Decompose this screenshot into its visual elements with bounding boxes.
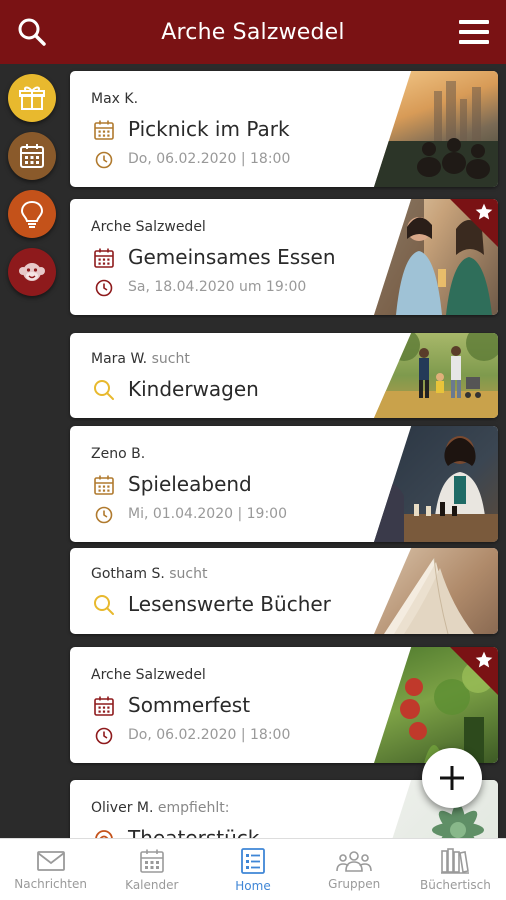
search-icon — [94, 595, 114, 615]
card-author: Arche Salzwedel — [91, 667, 206, 683]
card-datetime: Do, 06.02.2020 | 18:00 — [128, 151, 291, 167]
books-icon — [441, 847, 470, 874]
calendar-icon — [94, 696, 114, 716]
card-title: Lesenswerte Bücher — [128, 592, 331, 616]
nav-label: Home — [235, 878, 271, 893]
menu-button[interactable] — [456, 14, 492, 50]
nav-gruppen[interactable]: Gruppen — [304, 839, 405, 900]
card-author: Zeno B. — [91, 446, 146, 462]
category-rail — [0, 64, 64, 838]
clock-icon — [95, 279, 113, 297]
card-datetime: Do, 06.02.2020 | 18:00 — [128, 727, 291, 743]
card-author: Arche Salzwedel — [91, 219, 206, 235]
lightbulb-icon — [20, 200, 44, 228]
nav-label: Kalender — [125, 877, 179, 892]
events-filter-button[interactable] — [8, 132, 56, 180]
card-title: Sommerfest — [128, 693, 251, 717]
picnic-park-photo — [374, 71, 498, 187]
nav-label: Gruppen — [328, 876, 381, 891]
search-icon — [94, 380, 114, 400]
family-walk-photo — [374, 333, 498, 418]
card-title: Gemeinsames Essen — [128, 245, 336, 269]
page-title: Arche Salzwedel — [161, 19, 345, 45]
hamburger-menu-icon — [459, 20, 489, 44]
nav-label: Büchertisch — [419, 877, 491, 892]
plus-icon — [440, 766, 464, 790]
monkey-icon — [19, 263, 45, 281]
card-author: Max K. — [91, 91, 139, 107]
search-request-card[interactable]: Mara W. sucht Kinderwagen — [70, 333, 498, 418]
star-icon — [475, 203, 493, 220]
app-header: Arche Salzwedel — [0, 0, 506, 64]
gifts-filter-button[interactable] — [8, 74, 56, 122]
event-card[interactable]: Arche Salzwedel Sommerfest Do, 06.02.202… — [70, 647, 498, 763]
fun-filter-button[interactable] — [8, 248, 56, 296]
group-icon — [336, 850, 373, 872]
nav-nachrichten[interactable]: Nachrichten — [0, 839, 101, 900]
card-datetime: Mi, 01.04.2020 | 19:00 — [128, 506, 287, 522]
calendar-icon — [139, 849, 164, 873]
nav-label: Nachrichten — [14, 876, 87, 891]
home-list-icon — [241, 847, 265, 874]
open-book-photo — [374, 548, 498, 634]
clock-icon — [95, 151, 113, 169]
event-card[interactable]: Max K. Picknick im Park Do, 06.02.2020 |… — [70, 71, 498, 187]
search-button[interactable] — [14, 14, 50, 50]
card-title: Kinderwagen — [128, 377, 259, 401]
calendar-icon — [94, 120, 114, 140]
bottom-navigation: Nachrichten Kalender Home Gruppen Bücher… — [0, 838, 506, 900]
envelope-icon — [36, 850, 65, 871]
gift-icon — [19, 86, 45, 110]
add-post-button[interactable] — [422, 748, 482, 808]
card-author: Mara W. sucht — [91, 351, 190, 367]
nav-kalender[interactable]: Kalender — [101, 839, 202, 900]
card-title: Picknick im Park — [128, 117, 290, 141]
calendar-icon — [94, 248, 114, 268]
clock-icon — [95, 727, 113, 745]
event-card[interactable]: Zeno B. Spieleabend Mi, 01.04.2020 | 19:… — [70, 426, 498, 542]
chess-game-photo — [374, 426, 498, 542]
feed: Max K. Picknick im Park Do, 06.02.2020 |… — [64, 64, 506, 838]
card-title: Spieleabend — [128, 472, 252, 496]
search-icon — [18, 18, 46, 46]
card-datetime: Sa, 18.04.2020 um 19:00 — [128, 279, 307, 295]
calendar-icon — [94, 475, 114, 495]
star-icon — [475, 651, 493, 668]
nav-buechertisch[interactable]: Büchertisch — [405, 839, 506, 900]
ideas-filter-button[interactable] — [8, 190, 56, 238]
recommend-icon — [95, 830, 113, 838]
card-author: Gotham S. sucht — [91, 566, 208, 582]
clock-icon — [95, 506, 113, 524]
event-card[interactable]: Arche Salzwedel Gemeinsames Essen Sa, 18… — [70, 199, 498, 315]
calendar-icon — [20, 144, 44, 168]
nav-home[interactable]: Home — [202, 839, 303, 900]
card-author: Oliver M. empfiehlt: — [91, 800, 230, 816]
card-title: Theaterstück — [128, 826, 260, 838]
search-request-card[interactable]: Gotham S. sucht Lesenswerte Bücher — [70, 548, 498, 634]
